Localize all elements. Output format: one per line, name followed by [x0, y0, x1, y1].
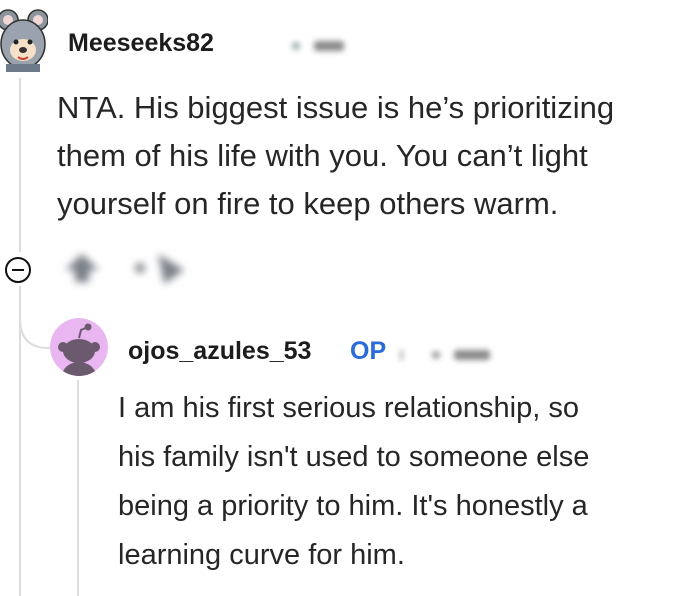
- collapse-icon[interactable]: [5, 257, 31, 283]
- koala-avatar-icon: [0, 9, 48, 72]
- commenter-username[interactable]: Meeseeks82: [68, 29, 214, 58]
- reply-meta-blurred: [400, 350, 490, 360]
- comment-text: NTA. His biggest issue is he’s prioritiz…: [57, 90, 615, 221]
- reply-text: I am his first serious relationship, so …: [118, 392, 590, 571]
- reply-icon[interactable]: [128, 248, 192, 288]
- thread-line-upper: [19, 78, 21, 252]
- commenter-avatar[interactable]: [0, 6, 48, 72]
- snoo-avatar-icon: [50, 318, 108, 376]
- reply-username[interactable]: ojos_azules_53: [128, 337, 311, 366]
- thread-line-reply: [77, 380, 79, 596]
- comment-meta-blurred: [292, 41, 344, 51]
- op-badge: OP: [350, 337, 387, 365]
- reply-avatar[interactable]: [50, 318, 108, 376]
- upvote-icon[interactable]: [57, 250, 107, 286]
